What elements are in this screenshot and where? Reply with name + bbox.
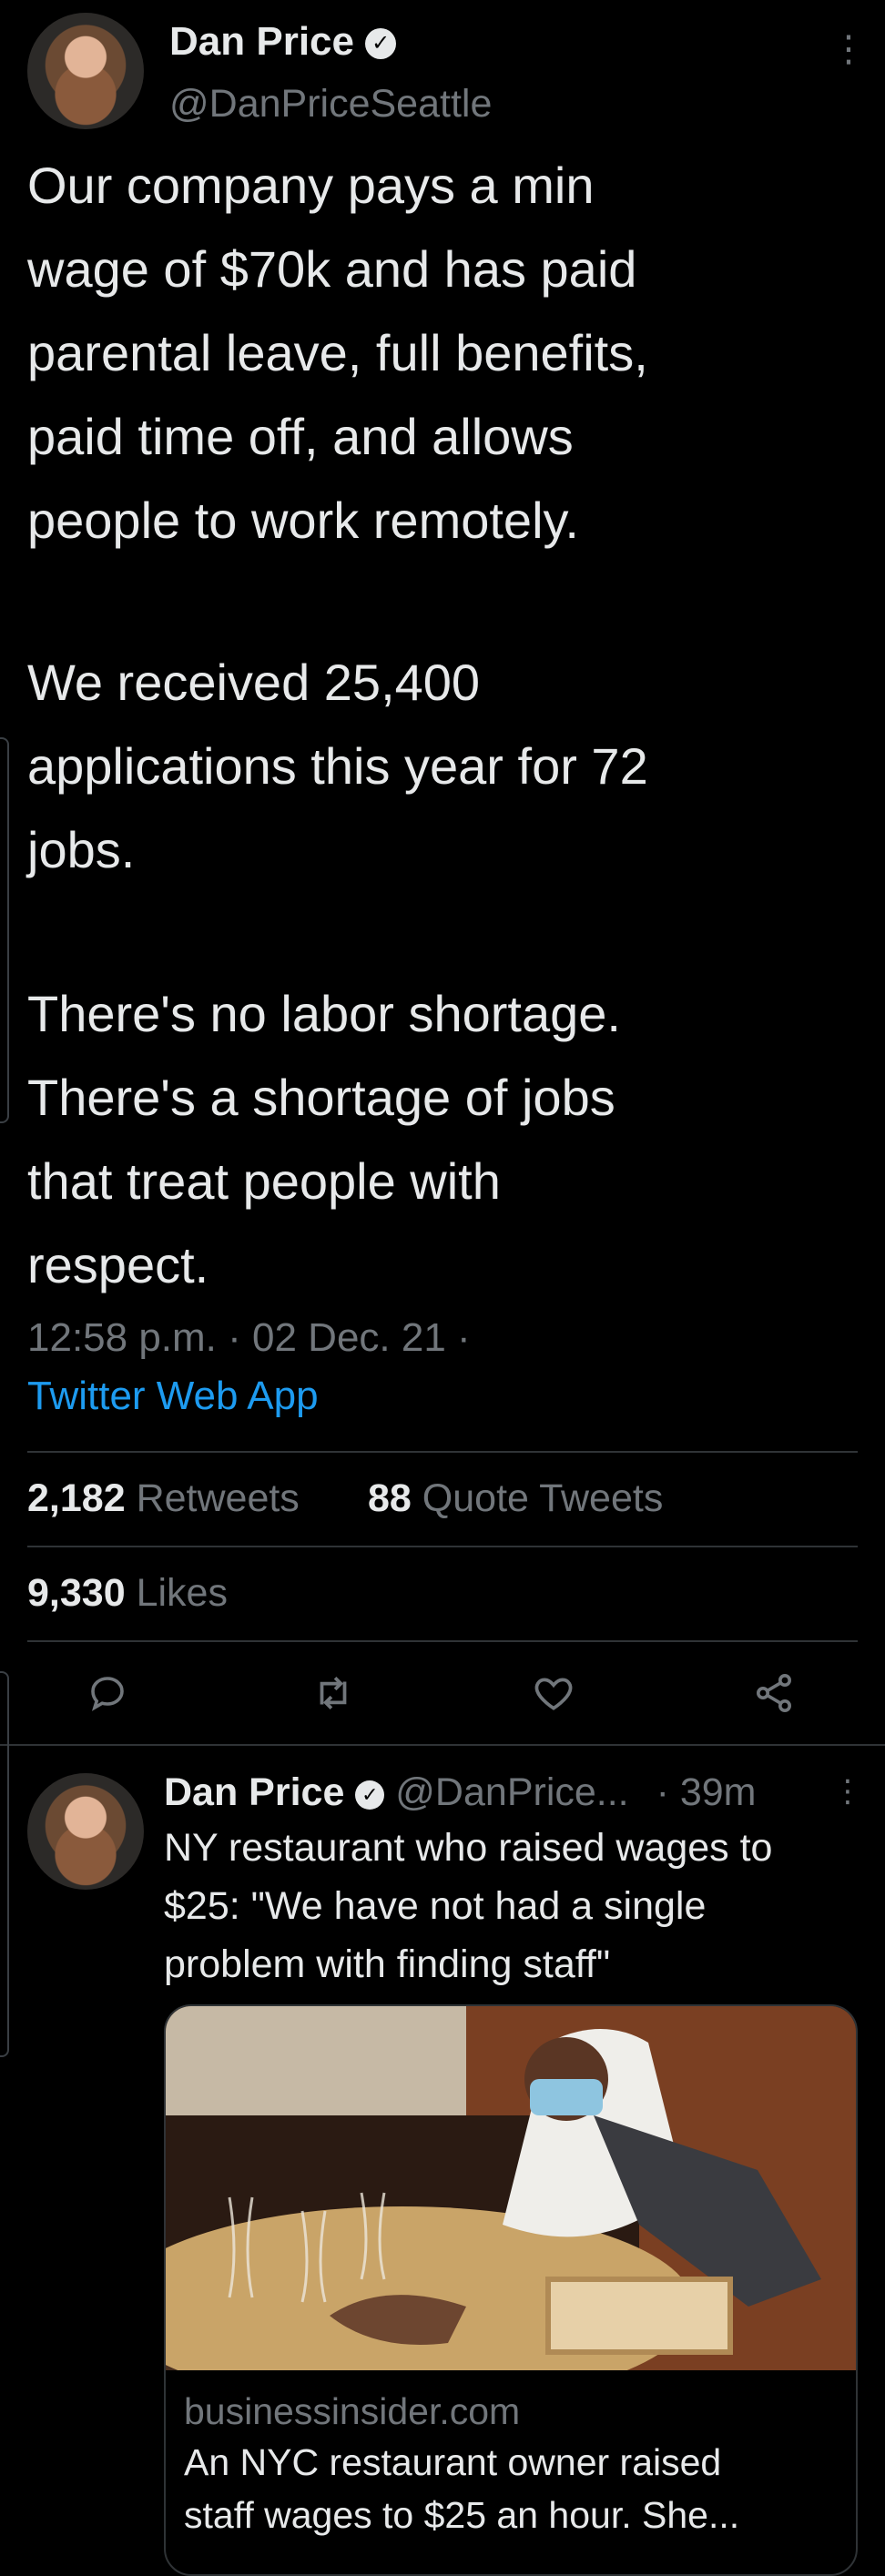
reply-handle: @DanPrice... [395, 1770, 629, 1814]
share-icon[interactable] [747, 1666, 801, 1720]
retweet-icon[interactable] [306, 1666, 361, 1720]
likes-label: Likes [136, 1571, 228, 1615]
tweet-paragraph-1: Our company pays a min wage of $70k and … [27, 157, 648, 549]
reply-time: · 39m [656, 1770, 757, 1814]
retweets-stat[interactable]: 2,182 Retweets [27, 1471, 300, 1526]
reply-more-options-icon[interactable]: ⋮ [832, 1773, 863, 1810]
tweet-body: Our company pays a min wage of $70k and … [27, 144, 865, 1307]
divider [27, 1546, 858, 1547]
author-handle[interactable]: @DanPriceSeattle [169, 78, 492, 129]
tweet-paragraph-2: We received 25,400 applications this yea… [27, 654, 648, 878]
tweet-paragraph-3: There's no labor shortage. There's a sho… [27, 985, 621, 1293]
quote-count: 88 [368, 1476, 412, 1520]
reply-text: NY restaurant who raised wages to $25: "… [164, 1826, 773, 1986]
tweet-source-link[interactable]: Twitter Web App [27, 1369, 319, 1424]
more-options-icon[interactable]: ⋮ [830, 31, 867, 67]
author-name[interactable]: Dan Price [169, 19, 354, 64]
card-domain: businessinsider.com [184, 2390, 521, 2432]
tweet-timestamp[interactable]: 12:58 p.m. · 02 Dec. 21 · [27, 1311, 471, 1365]
retweets-count: 2,182 [27, 1476, 126, 1520]
reply-text-block: NY restaurant who raised wages to $25: "… [164, 1819, 874, 1993]
author-name-row[interactable]: Dan Price ✓ [169, 16, 397, 67]
author-avatar[interactable] [27, 13, 144, 129]
divider [27, 1640, 858, 1642]
retweets-label: Retweets [136, 1476, 300, 1520]
verified-badge-icon: ✓ [355, 1780, 385, 1810]
likes-count: 9,330 [27, 1571, 126, 1615]
quote-tweets-stat[interactable]: 88 Quote Tweets [368, 1471, 663, 1526]
reply-author-avatar[interactable] [27, 1773, 144, 1890]
reply-author-name: Dan Price [164, 1770, 345, 1814]
thread-edge-marker [0, 737, 9, 1123]
divider [0, 1744, 885, 1746]
quote-label: Quote Tweets [422, 1476, 664, 1520]
article-photo [166, 2006, 856, 2370]
link-card[interactable]: businessinsider.com An NYC restaurant ow… [164, 2004, 858, 2576]
thread-edge-marker [0, 1671, 9, 2057]
likes-stat[interactable]: 9,330 Likes [27, 1566, 228, 1620]
divider [27, 1451, 858, 1453]
reply-header[interactable]: Dan Price ✓ @DanPrice... · 39m [164, 1766, 757, 1819]
verified-badge-icon: ✓ [365, 28, 397, 60]
reply-icon[interactable] [80, 1666, 135, 1720]
like-icon[interactable] [526, 1666, 581, 1720]
card-title: An NYC restaurant owner raised staff wag… [184, 2441, 740, 2536]
